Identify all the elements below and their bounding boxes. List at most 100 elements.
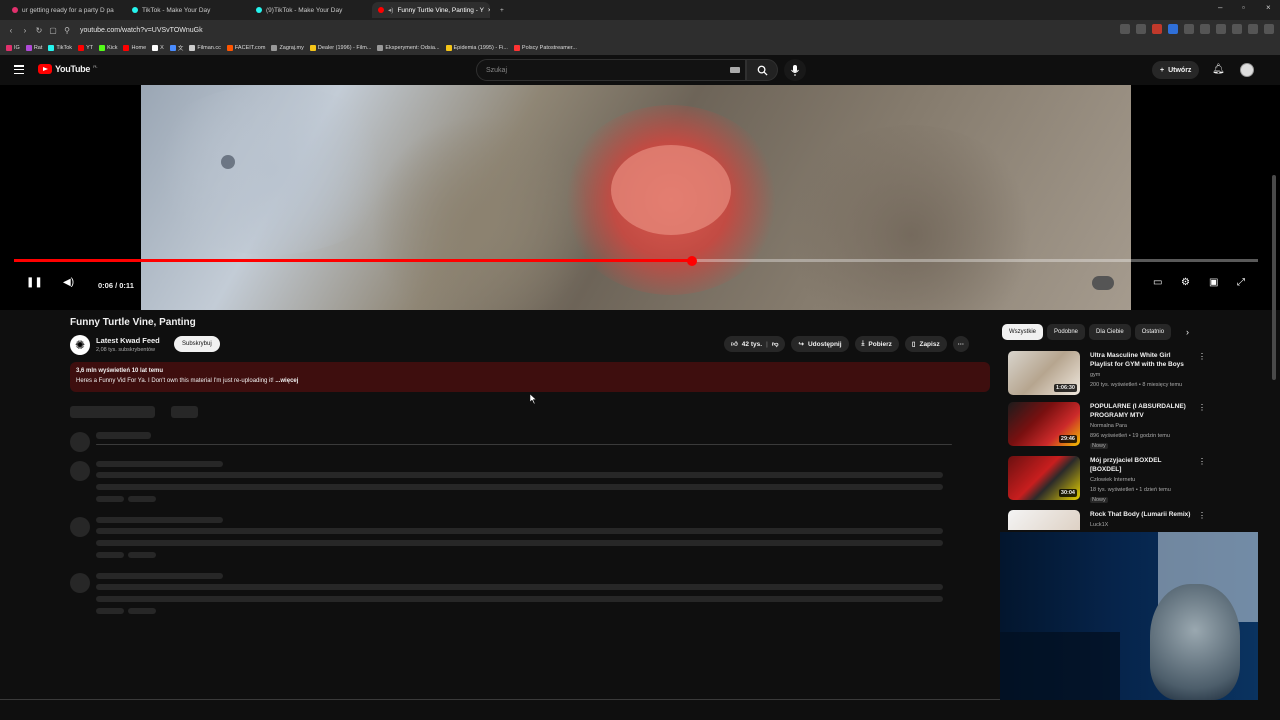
scrubber-knob[interactable]	[686, 255, 697, 266]
channel-name[interactable]: Latest Kwad Feed	[96, 336, 160, 345]
bookmark[interactable]: Filman.cc	[189, 44, 221, 51]
extension-icon[interactable]	[1168, 24, 1178, 34]
browser-tab[interactable]: TikTok - Make Your Day	[126, 2, 244, 18]
recommendation-title[interactable]: POPULARNE (I ABSURDALNE) PROGRAMY MTV	[1090, 402, 1190, 420]
maximize-icon[interactable]: ▫	[1242, 3, 1245, 12]
thumbs-down-icon[interactable]: 👎︎	[772, 340, 779, 348]
bookmark[interactable]: Kick	[99, 44, 117, 51]
recommendation-channel[interactable]: gym	[1090, 372, 1100, 378]
subtitles-icon[interactable]: ▭	[1153, 277, 1162, 288]
browser-tab-bar: ur getting ready for a party D pa TikTok…	[0, 0, 1280, 20]
site-info-icon[interactable]: ⚲	[60, 26, 74, 35]
recommendation-channel[interactable]: Człowiek Internetu	[1090, 477, 1135, 483]
forward-icon[interactable]: ›	[18, 26, 32, 35]
comments-header-placeholder	[70, 406, 155, 418]
music-icon[interactable]	[1248, 24, 1258, 34]
comment-avatar-placeholder	[70, 432, 90, 452]
recommendation-item[interactable]: Rock That Body (Lumarii Remix) Luck1X ⋮	[1008, 510, 1268, 530]
chip-recent[interactable]: Ostatnio	[1134, 324, 1171, 340]
bookmark[interactable]: FACEIT.com	[226, 44, 265, 51]
volume-icon[interactable]: ◀)	[63, 277, 74, 288]
channel-avatar[interactable]: ✺	[70, 335, 90, 355]
link-icon[interactable]	[1232, 24, 1242, 34]
recommendation-item[interactable]: 30:04 Mój przyjaciel BOXDEL [BOXDEL] Czł…	[1008, 456, 1268, 506]
bookmark[interactable]: Dealer (1996) - Film...	[309, 44, 371, 51]
recommendation-title[interactable]: Mój przyjaciel BOXDEL [BOXDEL]	[1090, 456, 1190, 474]
recommendation-title[interactable]: Rock That Body (Lumarii Remix)	[1090, 510, 1210, 519]
subscribe-button[interactable]: Subskrybuj	[174, 336, 220, 352]
scrollbar[interactable]	[1272, 175, 1276, 380]
back-icon[interactable]: ‹	[4, 26, 18, 35]
recommendation-channel[interactable]: Normalna Para	[1090, 423, 1127, 429]
more-actions-icon[interactable]: ···	[952, 336, 970, 352]
like-button[interactable]: 👍︎ 42 tys. | 👎︎	[724, 336, 786, 352]
account-avatar[interactable]	[1240, 63, 1254, 77]
chip-for-you[interactable]: Dla Ciebie	[1089, 324, 1131, 340]
reload-icon[interactable]: ↻	[32, 26, 46, 35]
browser-menu-icon[interactable]	[1264, 24, 1274, 34]
bookmark[interactable]: Eksperyment: Odsia...	[377, 44, 440, 51]
autoplay-toggle[interactable]	[1092, 276, 1114, 290]
create-button[interactable]: + Utwórz	[1152, 61, 1200, 79]
chevron-right-icon[interactable]: ›	[1186, 327, 1189, 337]
fullscreen-icon[interactable]: ⤢	[1237, 277, 1245, 288]
show-more-link[interactable]: ...więcej	[275, 378, 298, 384]
chip-related[interactable]: Podobne	[1047, 324, 1086, 340]
progress-bar[interactable]	[14, 255, 1258, 266]
description-box[interactable]: 3,6 mln wyświetleń 10 lat temu Heres a F…	[70, 362, 990, 392]
extension-icon[interactable]	[1200, 24, 1210, 34]
download-icon[interactable]	[1216, 24, 1226, 34]
bookmark[interactable]: 文	[169, 44, 183, 52]
share-button[interactable]: ↪ Udostępnij	[791, 336, 849, 352]
search-input[interactable]: Szukaj	[476, 59, 746, 81]
youtube-logo[interactable]: YouTube PL	[38, 64, 98, 74]
save-button[interactable]: ▯ Zapisz	[904, 336, 947, 352]
bookmark[interactable]: IG	[6, 44, 20, 51]
bookmark[interactable]: Epidemia (1995) - Fi...	[445, 44, 508, 51]
more-options-icon[interactable]: ⋮	[1198, 352, 1206, 361]
more-options-icon[interactable]: ⋮	[1198, 403, 1206, 412]
pause-icon[interactable]: ❚❚	[26, 277, 43, 288]
bookmark[interactable]: Zagraj.my	[271, 44, 304, 51]
url-field[interactable]: youtube.com/watch?v=UVSvTOWnuGk	[80, 27, 203, 34]
bookmark[interactable]: Rat	[25, 44, 42, 51]
new-tab-button[interactable]: +	[494, 2, 510, 18]
extension-icon[interactable]	[1184, 24, 1194, 34]
keyboard-icon[interactable]	[730, 67, 740, 73]
minimize-icon[interactable]: –	[1218, 3, 1222, 12]
video-thumbnail[interactable]	[1008, 510, 1080, 530]
close-window-icon[interactable]: ×	[1266, 3, 1271, 12]
bookmark[interactable]: X	[152, 44, 164, 51]
bookmark[interactable]: TikTok	[48, 44, 72, 51]
video-thumbnail[interactable]: 29:46	[1008, 402, 1080, 446]
recommendation-title[interactable]: Ultra Masculine White Girl Playlist for …	[1090, 351, 1190, 369]
bookmark[interactable]: Home	[123, 44, 146, 51]
video-thumbnail[interactable]: 1:06:30	[1008, 351, 1080, 395]
theater-mode-icon[interactable]: ▣	[1209, 277, 1218, 288]
recommendation-channel[interactable]: Luck1X	[1090, 522, 1108, 528]
recommendation-item[interactable]: 29:46 POPULARNE (I ABSURDALNE) PROGRAMY …	[1008, 402, 1268, 452]
share-icon[interactable]	[1136, 24, 1146, 34]
browser-tab[interactable]: ur getting ready for a party D pa	[6, 2, 122, 18]
download-button[interactable]: ⤓ Pobierz	[854, 336, 899, 352]
settings-gear-icon[interactable]: ⚙	[1181, 277, 1190, 288]
bookmark[interactable]: YT	[78, 44, 93, 51]
video-thumbnail[interactable]: 30:04	[1008, 456, 1080, 500]
more-options-icon[interactable]: ⋮	[1198, 511, 1206, 520]
voice-search-button[interactable]	[784, 59, 806, 81]
more-options-icon[interactable]: ⋮	[1198, 457, 1206, 466]
search-button[interactable]	[746, 59, 778, 81]
recommendation-item[interactable]: 1:06:30 Ultra Masculine White Girl Playl…	[1008, 351, 1268, 401]
close-tab-icon[interactable]: ×	[488, 7, 490, 14]
chip-all[interactable]: Wszystkie	[1002, 324, 1043, 340]
hamburger-menu-icon[interactable]	[14, 65, 24, 74]
browser-tab[interactable]: (9)TikTok - Make Your Day	[250, 2, 368, 18]
browser-tab-active[interactable]: ◂) Funny Turtle Vine, Panting - Y ×	[372, 2, 490, 18]
brave-shield-icon[interactable]	[1152, 24, 1162, 34]
video-frame[interactable]	[141, 85, 1131, 310]
notifications-bell-icon[interactable]: 🔔︎	[1212, 64, 1225, 75]
extension-icon[interactable]	[1120, 24, 1130, 34]
bookmark-page-icon[interactable]: ▢	[46, 26, 60, 35]
video-player[interactable]: ❚❚ ◀) 0:06 / 0:11 ▭ ⚙ ▣ ⤢	[0, 85, 1280, 310]
bookmark[interactable]: Polscy Patostreamer...	[513, 44, 577, 51]
